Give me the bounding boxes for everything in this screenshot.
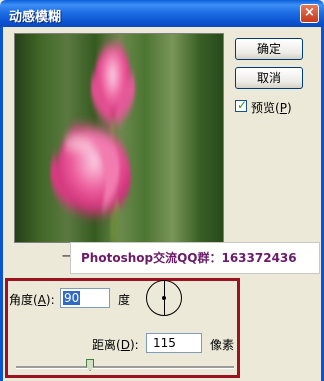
angle-dial[interactable]	[146, 280, 182, 316]
watermark-banner: Photoshop交流QQ群：163372436	[70, 242, 320, 274]
cancel-button[interactable]: 取消	[235, 67, 303, 89]
angle-input[interactable]: 90	[60, 288, 110, 308]
distance-value: 115	[153, 336, 176, 350]
angle-value: 90	[63, 291, 81, 305]
dialog-title: 动感模糊	[9, 10, 62, 25]
distance-unit-label: 像素	[210, 338, 235, 352]
close-button[interactable]: ×	[300, 4, 319, 23]
preview-label[interactable]: 预览(P)	[251, 99, 292, 116]
lotus-flower-image	[15, 34, 223, 242]
window-frame-left	[0, 27, 3, 381]
preview-checkbox[interactable]: ✓	[235, 98, 248, 112]
distance-input[interactable]: 115	[146, 333, 202, 353]
angle-dial-center	[162, 296, 166, 300]
motion-blur-dialog: 动感模糊 × 确定 取消 ✓ 预览(P) 一 Photoshop交流QQ群：16…	[0, 0, 324, 381]
angle-unit-label: 度	[118, 293, 131, 307]
angle-label: 角度(A):	[9, 293, 55, 307]
distance-slider-track[interactable]	[16, 366, 234, 369]
title-bar[interactable]: 动感模糊 ×	[0, 0, 324, 27]
close-icon: ×	[304, 5, 315, 20]
ok-button[interactable]: 确定	[235, 38, 303, 60]
zoom-controls: 一	[14, 248, 73, 266]
distance-label: 距离(D):	[92, 338, 139, 352]
filter-preview-image[interactable]	[14, 33, 224, 243]
checkmark-icon: ✓	[237, 98, 248, 112]
